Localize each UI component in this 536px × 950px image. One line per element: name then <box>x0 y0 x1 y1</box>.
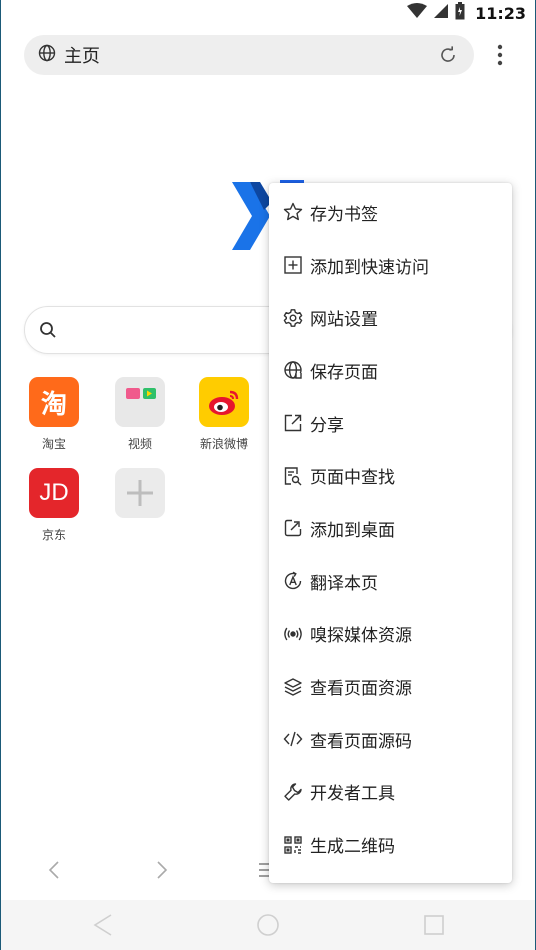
system-home-button[interactable] <box>255 912 281 938</box>
circle-home-icon <box>257 914 279 936</box>
menu-item-developer-tools[interactable]: 开发者工具 <box>269 766 512 819</box>
system-back-button[interactable] <box>90 912 116 938</box>
globe-save-icon <box>283 360 303 380</box>
menu-item-view-resources[interactable]: 查看页面资源 <box>269 660 512 713</box>
shortcut-label: 视频 <box>127 437 152 451</box>
menu-item-translate[interactable]: 翻译本页 <box>269 555 512 608</box>
menu-item-find-in-page[interactable]: 页面中查找 <box>269 449 512 502</box>
video-folder-icon <box>115 377 165 427</box>
shortcut-taobao[interactable]: 淘 淘宝 <box>14 377 94 452</box>
menu-item-view-source[interactable]: 查看页面源码 <box>269 713 512 766</box>
shortcut-label: 新浪微博 <box>199 437 248 451</box>
overflow-menu-button[interactable] <box>487 40 513 70</box>
system-recents-button[interactable] <box>421 912 447 938</box>
search-icon <box>40 322 56 338</box>
weibo-icon <box>199 377 249 427</box>
shortcut-label: 淘宝 <box>41 437 66 451</box>
gear-icon <box>283 308 303 328</box>
address-title: 主页 <box>64 46 100 67</box>
menu-item-label: 网站设置 <box>310 310 378 331</box>
menu-item-label: 嗅探媒体资源 <box>310 626 412 647</box>
menu-item-share[interactable]: 分享 <box>269 397 512 450</box>
forward-button[interactable] <box>150 858 174 882</box>
taobao-icon: 淘 <box>29 377 79 427</box>
menu-item-bookmark[interactable]: 存为书签 <box>269 186 512 239</box>
chevron-left-icon <box>48 861 59 879</box>
menu-item-add-to-home[interactable]: 添加到桌面 <box>269 502 512 555</box>
menu-item-label: 翻译本页 <box>310 573 378 594</box>
menu-item-label: 添加到快速访问 <box>310 257 429 278</box>
menu-item-label: 分享 <box>310 415 344 436</box>
menu-item-label: 保存页面 <box>310 362 378 383</box>
shortcut-label: 京东 <box>41 528 66 542</box>
jd-icon: JD <box>29 468 79 518</box>
signal-icon <box>433 3 449 23</box>
status-bar: 11:23 <box>0 0 536 26</box>
menu-item-label: 查看页面源码 <box>310 731 412 752</box>
overflow-menu: 存为书签 添加到快速访问 网站设置 保存页面 分享 页面中查找 添加到桌面 翻译… <box>269 183 512 883</box>
menu-item-label: 查看页面资源 <box>310 679 412 700</box>
system-nav-bar <box>0 900 536 950</box>
plus-icon <box>115 468 165 518</box>
code-icon <box>283 729 303 749</box>
shortcut-jd[interactable]: JD 京东 <box>14 468 94 543</box>
chevron-right-icon <box>157 861 168 879</box>
menu-item-save-page[interactable]: 保存页面 <box>269 344 512 397</box>
menu-item-label: 页面中查找 <box>310 468 395 489</box>
add-to-home-icon <box>283 518 303 538</box>
menu-item-site-settings[interactable]: 网站设置 <box>269 291 512 344</box>
wrench-icon <box>283 782 303 802</box>
reload-button[interactable] <box>436 43 460 67</box>
qr-code-icon <box>283 835 303 855</box>
globe-icon <box>38 44 56 66</box>
menu-item-qr-code[interactable]: 生成二维码 <box>269 818 512 871</box>
plus-square-icon <box>283 255 303 275</box>
add-shortcut-button[interactable] <box>100 468 180 518</box>
shortcut-weibo[interactable]: 新浪微博 <box>184 377 264 452</box>
menu-item-add-quick-access[interactable]: 添加到快速访问 <box>269 239 512 292</box>
back-button[interactable] <box>42 858 66 882</box>
reload-icon <box>441 46 455 62</box>
layers-icon <box>283 677 303 697</box>
find-in-page-icon <box>283 466 303 486</box>
battery-icon <box>455 2 465 24</box>
menu-item-label: 生成二维码 <box>310 837 395 858</box>
wifi-icon <box>407 3 428 23</box>
star-icon <box>283 202 303 222</box>
address-bar[interactable]: 主页 <box>24 35 474 75</box>
square-recents-icon <box>424 915 444 935</box>
menu-item-sniff-media[interactable]: 嗅探媒体资源 <box>269 608 512 661</box>
shortcut-video[interactable]: 视频 <box>100 377 180 452</box>
menu-item-label: 存为书签 <box>310 204 378 225</box>
triangle-back-icon <box>93 914 112 936</box>
share-icon <box>283 413 303 433</box>
status-time: 11:23 <box>475 3 526 23</box>
menu-item-label: 开发者工具 <box>310 784 395 805</box>
menu-item-label: 添加到桌面 <box>310 520 395 541</box>
more-vertical-icon <box>497 44 503 66</box>
sniff-media-icon <box>283 624 303 644</box>
translate-icon <box>283 571 303 591</box>
